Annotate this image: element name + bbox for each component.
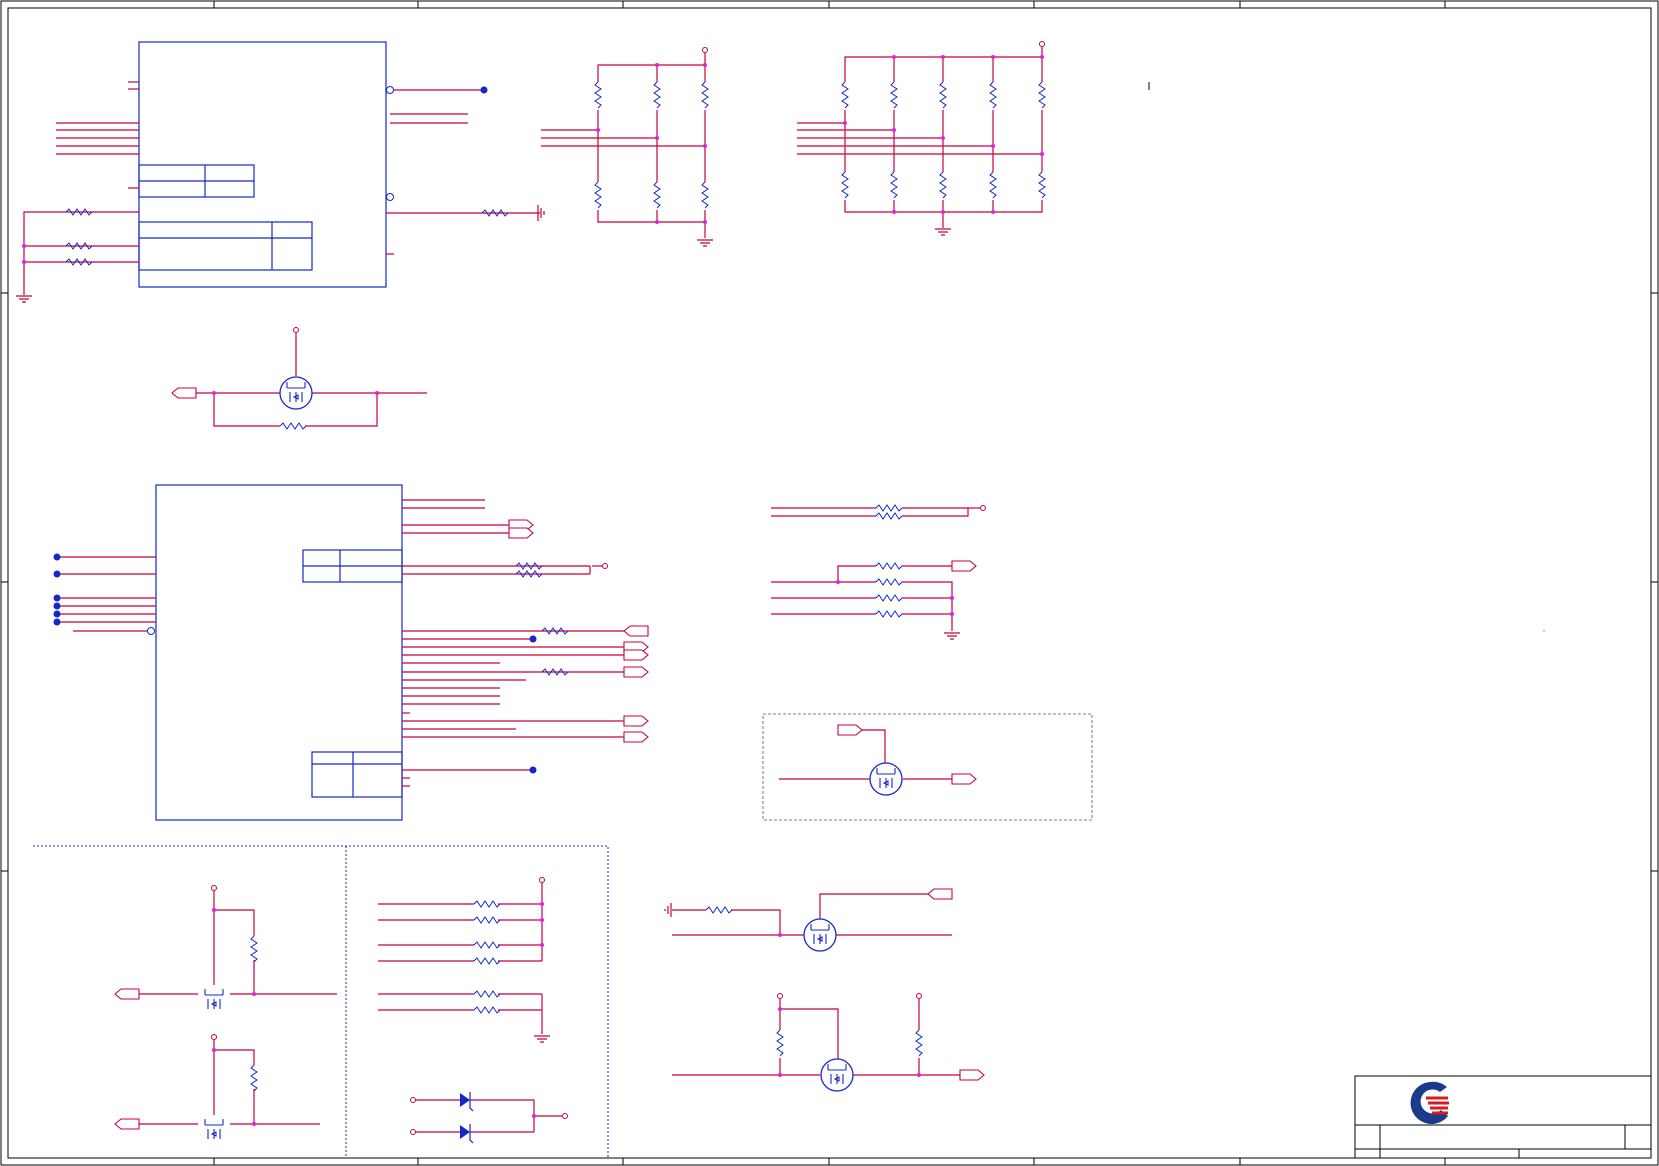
mosfet-circuit-1 [171,327,427,430]
resistor-array-1 [541,47,714,247]
company-logo-icon [1410,1081,1449,1124]
mosfet-circuit-3 [672,993,985,1092]
ic-block-top [15,41,545,303]
ic-block-middle [53,484,649,821]
mosfet-circuit-2 [664,888,953,952]
schematic-sheet [0,0,1659,1166]
bottom-left-region [33,845,609,1158]
dashed-mosfet-block [762,713,1093,821]
title-block [1354,1075,1652,1159]
sheet-border [0,0,1659,1166]
resistor-network-right [771,504,986,640]
resistor-array-2 [797,41,1150,236]
